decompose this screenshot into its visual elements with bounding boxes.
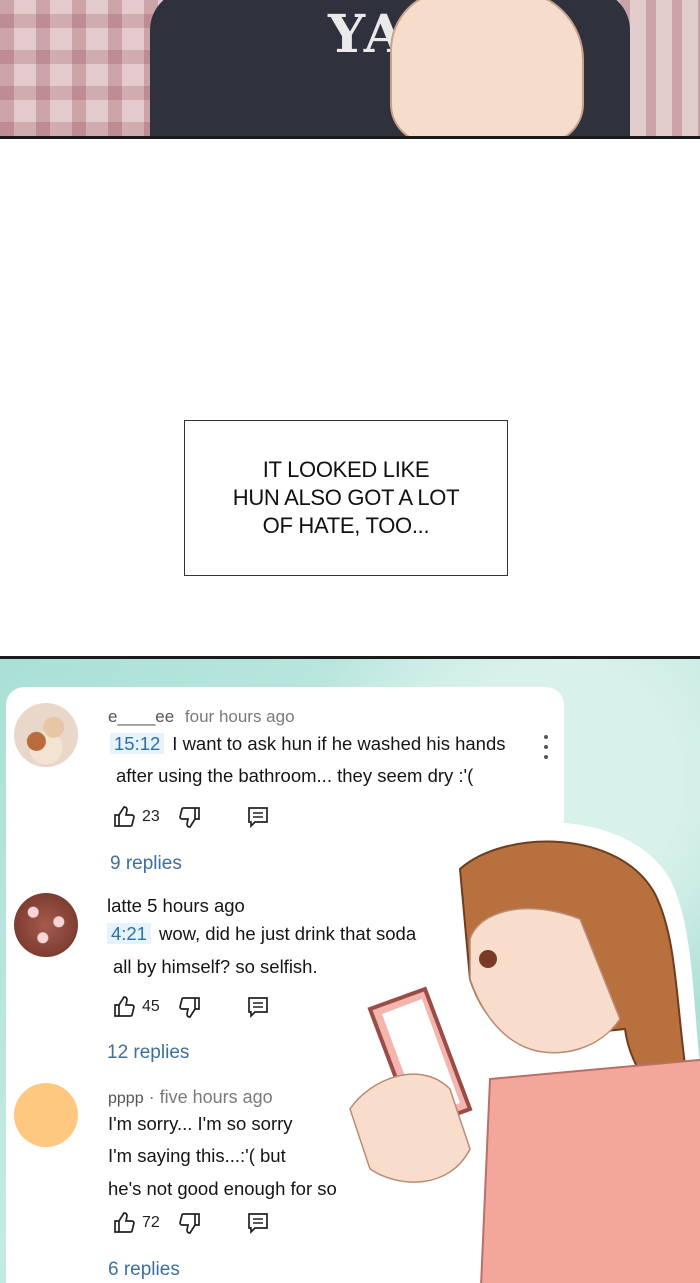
- plaid-blanket-right: [620, 0, 700, 136]
- comment-actions: 45: [112, 995, 270, 1019]
- girl-with-phone-illustration: [349, 822, 700, 1283]
- hearts-avatar[interactable]: [14, 893, 78, 957]
- comment-meta: latte 5 hours ago: [107, 895, 245, 917]
- comment-actions: 23: [112, 805, 270, 829]
- comment-text: I'm saying this...:'( but: [108, 1145, 286, 1166]
- username[interactable]: latte: [107, 895, 142, 916]
- avatar[interactable]: [14, 1083, 78, 1147]
- like-count: 45: [142, 998, 160, 1015]
- comment-text: all by himself? so selfish.: [113, 956, 318, 977]
- comment-time: four hours ago: [184, 707, 295, 726]
- video-timestamp-link[interactable]: 15:12: [110, 733, 165, 754]
- caption-box: IT LOOKED LIKE HUN ALSO GOT A LOT OF HAT…: [184, 420, 508, 576]
- username[interactable]: pppp: [108, 1090, 144, 1107]
- comment-text: wow, did he just drink that soda: [159, 923, 417, 944]
- like-count: 23: [142, 808, 160, 825]
- cupcake-avatar[interactable]: [14, 703, 78, 767]
- comments-panel: e____ee four hours ago 15:12 I want to as…: [0, 656, 700, 1283]
- view-replies-link[interactable]: 9 replies: [110, 853, 182, 875]
- reply-icon[interactable]: [246, 995, 270, 1019]
- view-replies-link[interactable]: 6 replies: [108, 1259, 180, 1281]
- thumbs-down-icon[interactable]: [178, 805, 202, 829]
- username[interactable]: e____ee: [108, 707, 174, 726]
- reply-icon[interactable]: [246, 805, 270, 829]
- comment-meta: e____ee four hours ago: [108, 707, 295, 727]
- more-vertical-icon[interactable]: [536, 733, 556, 761]
- comment-actions: 72: [112, 1211, 270, 1235]
- comment-time: five hours ago: [159, 1087, 273, 1107]
- thumbs-up-icon[interactable]: [112, 805, 136, 829]
- comment-time: 5 hours ago: [147, 895, 245, 916]
- comment-text: I want to ask hun if he washed his hands: [172, 733, 506, 754]
- thumbs-down-icon[interactable]: [178, 995, 202, 1019]
- comment-text: after using the bathroom... they seem dr…: [116, 765, 474, 786]
- comment-line: 4:21 wow, did he just drink that soda: [107, 923, 416, 945]
- top-comic-panel: YA: [0, 0, 700, 139]
- thumbs-up-icon[interactable]: [112, 995, 136, 1019]
- meta-separator: ·: [148, 1087, 155, 1107]
- caption-text: IT LOOKED LIKE HUN ALSO GOT A LOT OF HAT…: [232, 457, 460, 538]
- thumbs-up-icon[interactable]: [112, 1211, 136, 1235]
- comment-line: 15:12 I want to ask hun if he washed his …: [110, 733, 506, 755]
- comment-meta: pppp · five hours ago: [108, 1087, 273, 1108]
- video-timestamp-link[interactable]: 4:21: [107, 923, 152, 944]
- comment-text: I'm sorry... I'm so sorry: [108, 1113, 293, 1134]
- hands-holding-phone: [390, 0, 584, 136]
- reply-icon[interactable]: [246, 1211, 270, 1235]
- view-replies-link[interactable]: 12 replies: [107, 1042, 189, 1064]
- thumbs-down-icon[interactable]: [178, 1211, 202, 1235]
- like-count: 72: [142, 1214, 160, 1231]
- comment-text: he's not good enough for so: [108, 1178, 337, 1199]
